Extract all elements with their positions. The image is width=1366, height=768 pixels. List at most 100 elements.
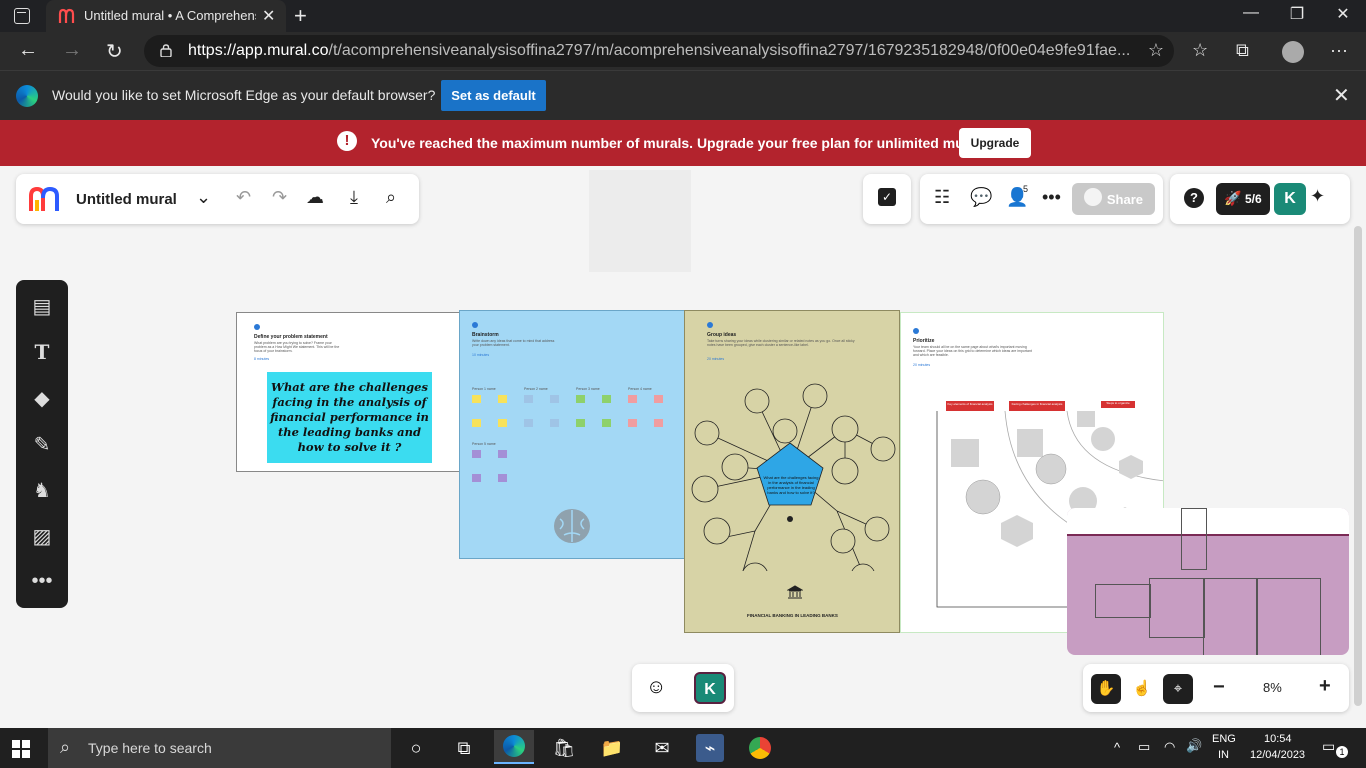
vertical-scrollbar[interactable]: [1354, 226, 1362, 706]
mind-map[interactable]: [685, 371, 900, 571]
new-tab-button[interactable]: +: [294, 3, 307, 29]
zoom-level[interactable]: 8%: [1263, 680, 1282, 695]
browser-tab[interactable]: Untitled mural • A Comprehensi ✕: [46, 0, 286, 32]
set-default-button[interactable]: Set as default: [441, 80, 546, 111]
onboarding-progress-button[interactable]: 🚀 5/6: [1216, 183, 1270, 215]
collaborator-avatar[interactable]: K: [694, 672, 726, 704]
profile-avatar[interactable]: [1282, 41, 1304, 63]
store-icon[interactable]: 🛍: [550, 734, 578, 762]
problem-statement-board[interactable]: Define your problem statement What probl…: [236, 312, 460, 472]
minimap[interactable]: [1067, 508, 1349, 655]
network-app-icon[interactable]: ⌁: [696, 734, 724, 762]
outline-icon[interactable]: ☷: [934, 187, 950, 208]
url-field[interactable]: https://app.mural.co/t/acomprehensiveana…: [144, 35, 1174, 67]
more-icon[interactable]: •••: [1042, 187, 1061, 208]
redo-icon[interactable]: ↷: [272, 187, 287, 208]
download-icon[interactable]: ⤓: [350, 187, 358, 208]
sticky-note[interactable]: [576, 419, 585, 427]
battery-icon[interactable]: ▭: [1138, 739, 1150, 755]
close-prompt-icon[interactable]: ✕: [1333, 83, 1350, 108]
volume-icon[interactable]: 🔊: [1186, 738, 1202, 754]
chevron-down-icon[interactable]: ⌄: [196, 187, 211, 208]
notifications-icon[interactable]: ▭: [1322, 738, 1335, 755]
hand-tool-icon[interactable]: ✋: [1091, 674, 1121, 704]
sticky-note[interactable]: [550, 395, 559, 403]
mural-title-panel: Untitled mural ⌄ ↶ ↷ ☁ ⤓ ⌕: [16, 174, 419, 224]
tab-title: Untitled mural • A Comprehensi: [84, 8, 256, 23]
brainstorm-board[interactable]: Brainstorm Write down any ideas that com…: [459, 310, 685, 559]
sticky-note[interactable]: [524, 395, 533, 403]
refresh-icon[interactable]: ↻: [106, 39, 123, 64]
wifi-icon[interactable]: ◠: [1164, 739, 1175, 755]
ai-sparkle-icon[interactable]: ✦: [1310, 186, 1325, 207]
clock-date[interactable]: 12/04/2023: [1250, 749, 1305, 761]
mural-title[interactable]: Untitled mural: [76, 191, 177, 208]
minimize-icon[interactable]: —: [1228, 4, 1274, 22]
sticky-note[interactable]: [602, 395, 611, 403]
image-icon[interactable]: ▨: [30, 524, 54, 548]
help-icon[interactable]: ?: [1184, 188, 1204, 208]
sticky-note-icon[interactable]: ▤: [30, 294, 54, 318]
collections-icon[interactable]: ⧉: [1236, 40, 1249, 61]
tab-actions-icon[interactable]: [14, 8, 30, 24]
chrome-icon[interactable]: [746, 734, 774, 762]
problem-statement-card[interactable]: What are the challenges facing in the an…: [267, 372, 432, 463]
more-options-icon[interactable]: ···: [1330, 40, 1348, 61]
comments-icon[interactable]: 💬: [970, 187, 992, 208]
sticky-note[interactable]: [472, 419, 481, 427]
language-top[interactable]: ENG: [1212, 733, 1236, 745]
add-favorite-icon[interactable]: ☆: [1148, 40, 1164, 61]
zoom-out-icon[interactable]: −: [1213, 676, 1225, 699]
taskbar-search[interactable]: ⌕ Type here to search: [48, 728, 391, 768]
sticky-note[interactable]: [498, 474, 507, 482]
tray-expand-icon[interactable]: ^: [1114, 740, 1120, 755]
file-explorer-icon[interactable]: 📁: [598, 734, 626, 762]
sticky-note[interactable]: [628, 419, 637, 427]
minimap-viewport[interactable]: [1181, 508, 1207, 570]
mural-logo-icon[interactable]: [28, 186, 62, 212]
sticky-note[interactable]: [524, 419, 533, 427]
sticky-note[interactable]: [498, 419, 507, 427]
undo-icon[interactable]: ↶: [236, 187, 251, 208]
sticky-note[interactable]: [602, 419, 611, 427]
clock-time[interactable]: 10:54: [1264, 733, 1292, 745]
language-bottom[interactable]: IN: [1218, 749, 1229, 761]
sticky-note[interactable]: [472, 395, 481, 403]
windows-start-icon[interactable]: [12, 740, 30, 758]
sticky-note[interactable]: [498, 450, 507, 458]
sticky-note[interactable]: [472, 450, 481, 458]
sticky-note[interactable]: [498, 395, 507, 403]
select-tool-icon[interactable]: ☝: [1127, 674, 1157, 704]
forward-icon[interactable]: →: [62, 39, 82, 62]
shapes-icon[interactable]: ◆: [30, 386, 54, 410]
close-tab-icon[interactable]: ✕: [262, 6, 275, 26]
task-view-icon[interactable]: ⧉: [450, 734, 478, 762]
mail-icon[interactable]: ✉: [648, 734, 676, 762]
mural-canvas[interactable]: Untitled mural ⌄ ↶ ↷ ☁ ⤓ ⌕ ✓ ☷ 💬 👤 5 •••…: [0, 166, 1366, 728]
cloud-saved-icon[interactable]: ☁: [306, 187, 324, 208]
map-toggle-icon[interactable]: ⌖: [1163, 674, 1193, 704]
sticky-note[interactable]: [654, 395, 663, 403]
search-icon[interactable]: ⌕: [386, 187, 396, 208]
pen-icon[interactable]: ✎: [30, 432, 54, 456]
back-icon[interactable]: ←: [18, 39, 38, 62]
edge-taskbar-icon[interactable]: [494, 730, 534, 764]
sticky-note[interactable]: [472, 474, 481, 482]
favorites-icon[interactable]: ☆: [1192, 40, 1208, 61]
sticky-note[interactable]: [628, 395, 637, 403]
text-tool-icon[interactable]: T: [30, 340, 54, 364]
emoji-reaction-icon[interactable]: ☺: [646, 676, 666, 699]
zoom-in-icon[interactable]: +: [1319, 675, 1331, 698]
sticky-note[interactable]: [576, 395, 585, 403]
templates-llama-icon[interactable]: ♞: [30, 478, 54, 502]
checkbox-icon[interactable]: ✓: [878, 188, 896, 206]
group-ideas-board[interactable]: Group ideas Take turns sharing your idea…: [684, 310, 900, 633]
cortana-icon[interactable]: ○: [402, 734, 430, 762]
sticky-note[interactable]: [550, 419, 559, 427]
more-tools-icon[interactable]: •••: [30, 570, 54, 594]
user-avatar[interactable]: K: [1274, 183, 1306, 215]
restore-icon[interactable]: ❐: [1274, 4, 1320, 24]
window-close-icon[interactable]: ✕: [1320, 4, 1366, 24]
sticky-note[interactable]: [654, 419, 663, 427]
upgrade-button[interactable]: Upgrade: [959, 128, 1031, 158]
